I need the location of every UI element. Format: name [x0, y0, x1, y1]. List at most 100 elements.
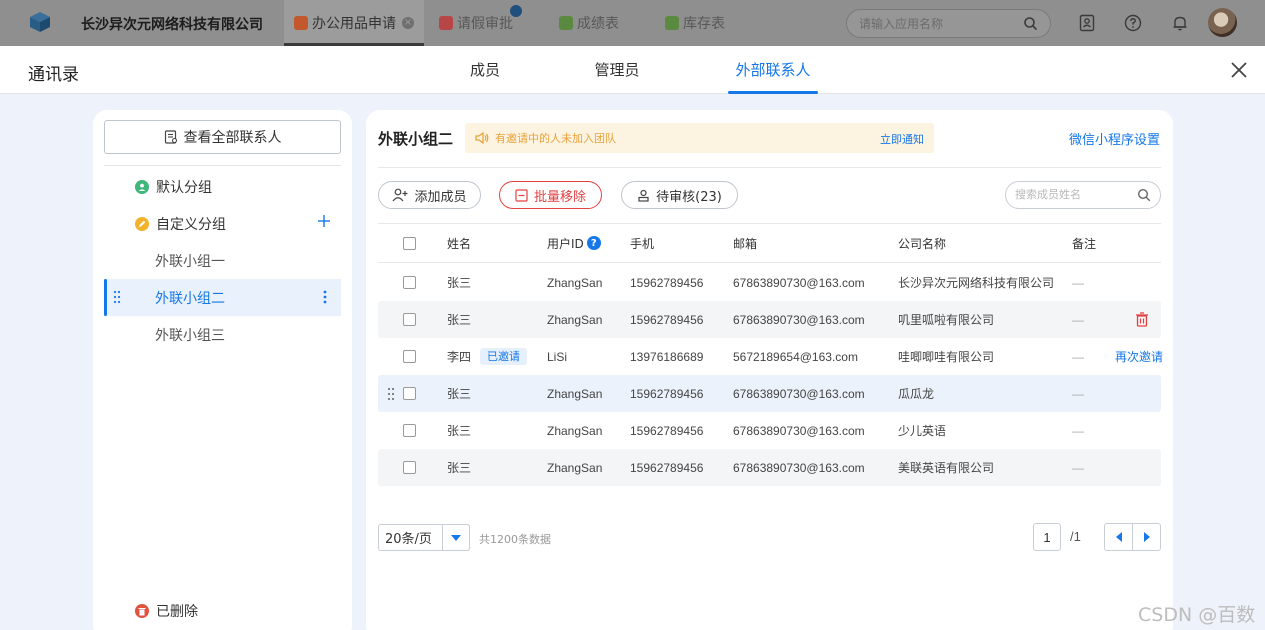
- member-search[interactable]: [1005, 181, 1161, 209]
- bell-icon[interactable]: [1170, 13, 1190, 33]
- app-logo-icon[interactable]: [29, 11, 51, 33]
- sidebar-item-group-1[interactable]: 外联小组一: [104, 242, 341, 279]
- sidebar-item-group-2[interactable]: 外联小组二: [104, 279, 341, 316]
- sheet-icon: [665, 16, 679, 30]
- app-tab-label: 成绩表: [577, 16, 619, 32]
- notice-text: 有邀请中的人未加入团队: [495, 132, 616, 145]
- sheet-icon: [559, 16, 573, 30]
- group-default[interactable]: 默认分组: [104, 168, 341, 205]
- help-icon[interactable]: ?: [586, 236, 601, 250]
- cell-name: 李四 已邀请: [447, 338, 528, 375]
- contacts-list-icon: [164, 130, 177, 144]
- notification-badge-icon: [509, 4, 523, 18]
- add-user-icon: [393, 188, 408, 202]
- app-tab-inventory[interactable]: 库存表: [665, 0, 725, 46]
- table-row[interactable]: 李四 已邀请 LiSi 13976186689 5672189654@163.c…: [378, 338, 1163, 375]
- row-checkbox[interactable]: [403, 350, 416, 363]
- close-icon[interactable]: [1228, 59, 1250, 81]
- modal-title: 通讯录: [28, 65, 79, 85]
- pending-review-label: 待审核(23): [656, 189, 722, 205]
- notify-now-link[interactable]: 立即通知: [880, 131, 924, 147]
- delete-row-button[interactable]: [1135, 301, 1149, 338]
- invite-notice: 有邀请中的人未加入团队 立即通知: [465, 123, 934, 153]
- view-all-label: 查看全部联系人: [183, 130, 282, 146]
- leave-approval-icon: [439, 16, 453, 30]
- more-vertical-icon[interactable]: [323, 290, 327, 304]
- table-row[interactable]: 张三 ZhangSan 15962789456 67863890730@163.…: [378, 301, 1161, 338]
- cell-user-id: ZhangSan: [547, 312, 603, 327]
- app-search[interactable]: [846, 9, 1051, 38]
- group-custom[interactable]: 自定义分组: [104, 205, 341, 242]
- tab-members[interactable]: 成员: [466, 46, 504, 94]
- reinvite-link[interactable]: 再次邀请: [1115, 338, 1163, 375]
- pending-review-button[interactable]: 待审核(23): [621, 181, 738, 209]
- close-tab-icon[interactable]: ×: [402, 17, 414, 29]
- total-count: 共1200条数据: [479, 533, 551, 546]
- view-all-contacts-button[interactable]: 查看全部联系人: [104, 120, 341, 154]
- app-tab-label: 办公用品申请: [312, 16, 396, 32]
- row-checkbox[interactable]: [403, 276, 416, 289]
- invited-badge: 已邀请: [480, 348, 528, 365]
- members-panel: 外联小组二 有邀请中的人未加入团队 立即通知 微信小程序设置 添加成员 批量移除…: [366, 110, 1173, 630]
- app-tab-grades[interactable]: 成绩表: [559, 0, 619, 46]
- column-header-note: 备注: [1072, 236, 1097, 251]
- sidebar-item-group-3[interactable]: 外联小组三: [104, 316, 341, 353]
- page-number-input[interactable]: 1: [1033, 523, 1061, 551]
- app-tab-label: 请假审批: [457, 16, 513, 32]
- cell-phone: 13976186689: [630, 349, 704, 364]
- table-row[interactable]: 张三 ZhangSan 15962789456 67863890730@163.…: [378, 264, 1161, 301]
- group-title: 外联小组二: [378, 130, 454, 148]
- cell-phone: 15962789456: [630, 312, 704, 327]
- next-page-button[interactable]: [1132, 523, 1161, 551]
- tab-external-contacts[interactable]: 外部联系人: [728, 46, 818, 94]
- cell-note: —: [1072, 349, 1084, 364]
- select-all-checkbox[interactable]: [403, 236, 416, 250]
- batch-remove-button[interactable]: 批量移除: [499, 181, 602, 209]
- modal-header: 通讯录 成员 管理员 外部联系人: [0, 46, 1265, 94]
- app-tab-office-supplies[interactable]: 办公用品申请 ×: [284, 0, 424, 46]
- divider: [104, 165, 341, 166]
- trash-icon: [135, 604, 149, 618]
- row-checkbox[interactable]: [403, 387, 416, 400]
- mini-program-settings-link[interactable]: 微信小程序设置: [1069, 129, 1160, 148]
- column-header-company: 公司名称: [898, 236, 947, 251]
- add-group-icon[interactable]: [317, 214, 331, 228]
- row-checkbox[interactable]: [403, 313, 416, 326]
- cell-company: 叽里呱啦有限公司: [898, 313, 995, 327]
- page-size-select[interactable]: 20条/页: [378, 524, 470, 551]
- app-tab-leave-approval[interactable]: 请假审批: [439, 0, 513, 46]
- help-icon[interactable]: [1123, 13, 1143, 33]
- add-member-button[interactable]: 添加成员: [378, 181, 481, 209]
- member-search-input[interactable]: [1015, 189, 1130, 201]
- cell-name: 张三: [447, 387, 472, 401]
- cell-email: 67863890730@163.com: [733, 275, 865, 290]
- search-icon[interactable]: [1023, 16, 1038, 31]
- cell-user-id: LiSi: [547, 349, 568, 364]
- row-checkbox[interactable]: [403, 461, 416, 474]
- chevron-down-icon[interactable]: [442, 524, 470, 551]
- table-row[interactable]: 张三 ZhangSan 15962789456 67863890730@163.…: [378, 449, 1161, 486]
- search-icon[interactable]: [1137, 188, 1151, 202]
- remove-box-icon: [515, 188, 528, 202]
- cell-email: 5672189654@163.com: [733, 349, 858, 364]
- drag-handle-icon[interactable]: [387, 387, 395, 401]
- drag-handle-icon[interactable]: [113, 290, 121, 304]
- office-supplies-icon: [294, 16, 308, 30]
- group-deleted[interactable]: 已删除: [104, 596, 198, 626]
- table-row[interactable]: 张三 ZhangSan 15962789456 67863890730@163.…: [378, 412, 1161, 449]
- column-header-user-id: 用户ID ?: [547, 224, 601, 262]
- cell-note: —: [1072, 275, 1084, 290]
- cell-phone: 15962789456: [630, 423, 704, 438]
- person-group-icon: [135, 179, 149, 194]
- user-icon: [638, 189, 649, 202]
- prev-page-button[interactable]: [1104, 523, 1133, 551]
- contacts-book-icon[interactable]: [1077, 13, 1097, 33]
- cell-name: 张三: [447, 424, 472, 438]
- page-total: /1: [1070, 529, 1081, 544]
- tab-admins[interactable]: 管理员: [591, 46, 643, 94]
- user-avatar[interactable]: [1208, 8, 1237, 37]
- group-sidebar: 查看全部联系人 默认分组 自定义分组 外联小组一 外联小组二 外联小组三 已删除: [93, 110, 352, 630]
- row-checkbox[interactable]: [403, 424, 416, 437]
- app-search-input[interactable]: [859, 16, 1019, 31]
- table-row[interactable]: 张三 ZhangSan 15962789456 67863890730@163.…: [378, 375, 1161, 412]
